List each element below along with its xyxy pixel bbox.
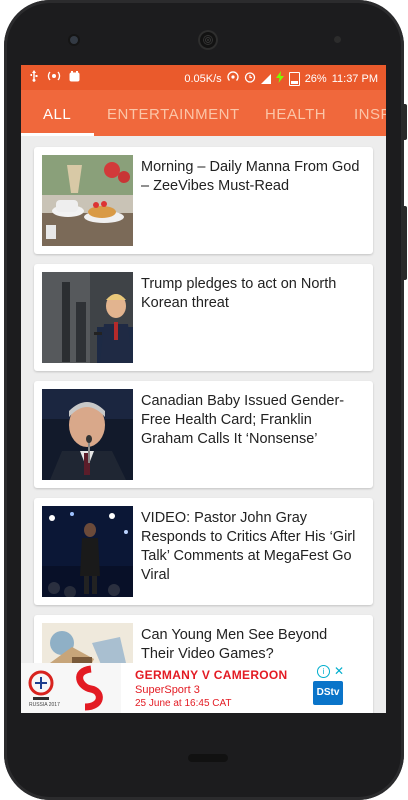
ad-datetime: 25 June at 16:45 CAT bbox=[135, 698, 232, 709]
ad-banner[interactable]: RUSSIA 2017 GERMANY V CAMEROON SuperSpor… bbox=[21, 663, 347, 713]
article-thumbnail bbox=[42, 506, 133, 597]
front-camera bbox=[334, 36, 341, 43]
ad-headline: GERMANY V CAMEROON bbox=[135, 668, 288, 682]
tab-health[interactable]: HEALTH bbox=[265, 106, 326, 123]
front-sensor bbox=[70, 36, 78, 44]
article-card[interactable]: Canadian Baby Issued Gender-Free Health … bbox=[34, 381, 373, 488]
app-screen: 0.05K/s 26% 11:37 PM ALL ENTERTAINMENT H… bbox=[21, 65, 386, 713]
ad-event-caption: RUSSIA 2017 bbox=[29, 702, 60, 708]
article-title: Can Young Men See Beyond Their Video Gam… bbox=[141, 627, 328, 662]
bottom-speaker bbox=[188, 754, 228, 762]
power-button bbox=[402, 104, 407, 140]
article-thumbnail bbox=[42, 155, 133, 246]
article-card[interactable]: Morning – Daily Manna From God – ZeeVibe… bbox=[34, 147, 373, 254]
article-title: Morning – Daily Manna From God – ZeeVibe… bbox=[141, 159, 360, 194]
battery-icon bbox=[288, 71, 300, 86]
article-title: Trump pledges to act on North Korean thr… bbox=[141, 276, 337, 311]
category-tabs: ALL ENTERTAINMENT HEALTH INSP bbox=[21, 90, 386, 136]
article-thumbnail bbox=[42, 389, 133, 480]
ad-info-icon[interactable]: i bbox=[317, 665, 330, 678]
tab-inspiration[interactable]: INSP bbox=[354, 106, 386, 123]
article-card[interactable]: VIDEO: Pastor John Gray Responds to Crit… bbox=[34, 498, 373, 605]
article-card[interactable]: Trump pledges to act on North Korean thr… bbox=[34, 264, 373, 371]
volume-button bbox=[402, 206, 407, 280]
tab-entertainment[interactable]: ENTERTAINMENT bbox=[107, 106, 240, 123]
network-speed: 0.05K/s bbox=[184, 72, 222, 85]
signal-icon bbox=[260, 73, 271, 84]
alarm-icon bbox=[244, 71, 256, 86]
ad-close-icon[interactable]: ✕ bbox=[333, 665, 345, 677]
ad-channel: SuperSport 3 bbox=[135, 684, 200, 696]
article-title: VIDEO: Pastor John Gray Responds to Crit… bbox=[141, 510, 356, 583]
broadcast-icon bbox=[47, 70, 61, 85]
dstv-logo: DStv bbox=[313, 681, 343, 705]
hotspot-icon bbox=[227, 71, 239, 86]
tab-all[interactable]: ALL bbox=[43, 106, 71, 123]
app-notification-icon bbox=[69, 70, 80, 85]
battery-percent: 26% bbox=[304, 72, 327, 85]
article-feed: Morning – Daily Manna From God – ZeeVibe… bbox=[21, 136, 386, 713]
article-thumbnail bbox=[42, 272, 133, 363]
article-title: Canadian Baby Issued Gender-Free Health … bbox=[141, 393, 345, 447]
clock: 11:37 PM bbox=[331, 72, 378, 85]
earpiece-speaker bbox=[198, 30, 218, 50]
status-bar: 0.05K/s 26% 11:37 PM bbox=[21, 65, 386, 90]
usb-icon bbox=[29, 70, 39, 85]
charging-icon bbox=[275, 71, 284, 86]
